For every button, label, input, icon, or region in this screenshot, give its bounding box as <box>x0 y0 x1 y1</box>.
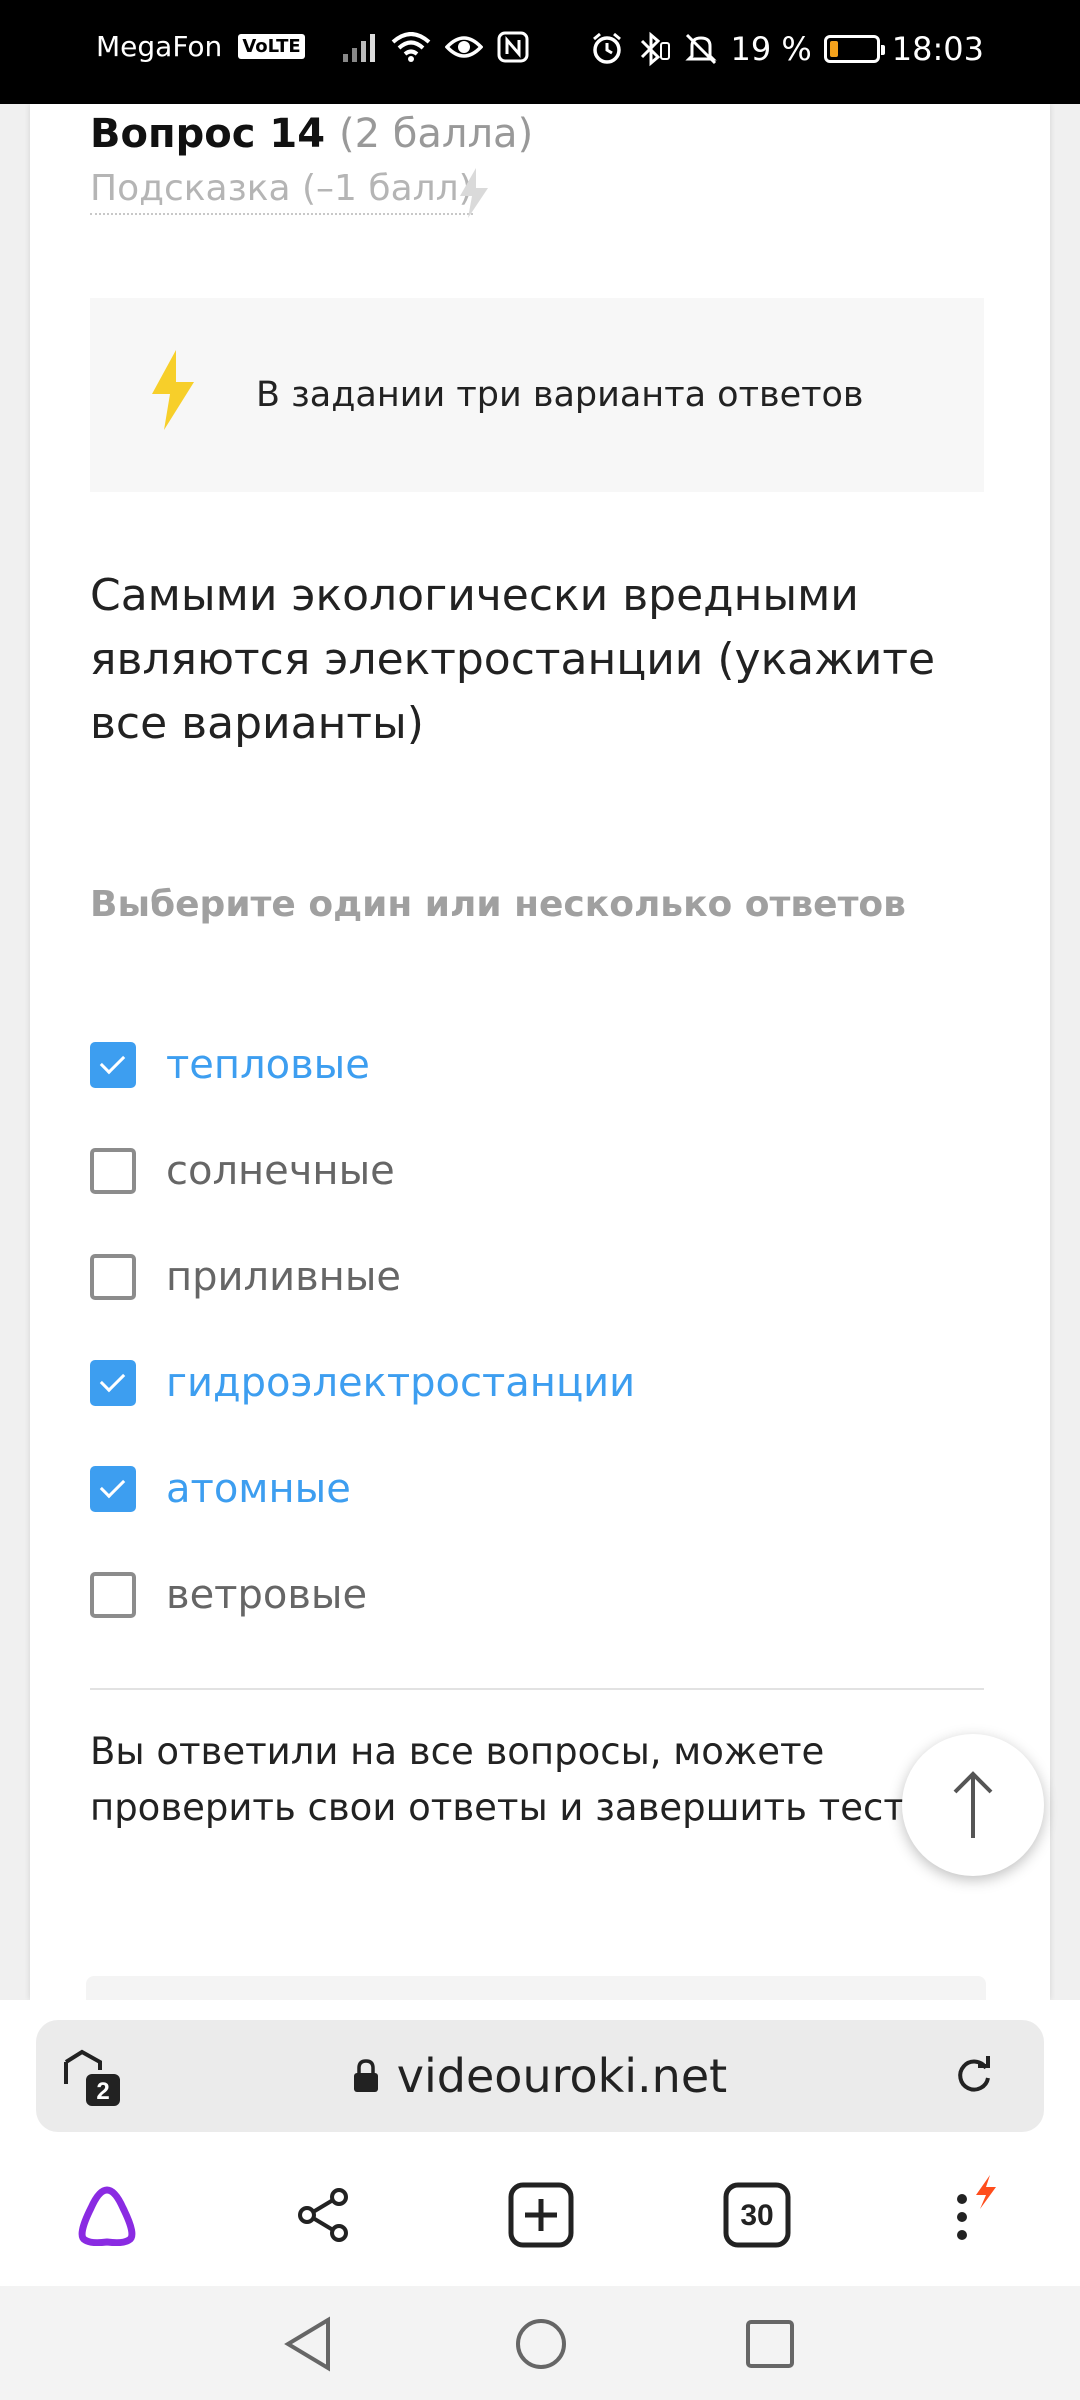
plus-square-icon <box>508 2182 574 2248</box>
quiz-page: Вопрос 14 (2 балла) Подсказка (–1 балл) … <box>30 104 1050 2000</box>
answer-option[interactable]: гидроэлектростанции <box>90 1330 990 1436</box>
battery-fill <box>829 41 838 57</box>
tab-counter-button[interactable]: 30 <box>712 2170 802 2260</box>
url-text[interactable]: videouroki.net <box>397 2049 727 2103</box>
bolt-icon <box>152 350 194 430</box>
back-icon[interactable] <box>282 2316 334 2372</box>
divider <box>90 1688 984 1690</box>
answer-option[interactable]: ветровые <box>90 1542 990 1648</box>
answer-options: тепловые солнечные приливные гидроэлектр… <box>90 1012 990 1648</box>
address-bar[interactable]: 2 videouroki.net <box>36 2020 1044 2132</box>
arrow-up-icon <box>953 1771 993 1838</box>
nfc-icon <box>497 31 529 62</box>
select-instruction: Выберите один или несколько ответов <box>90 884 906 925</box>
question-points: (2 балла) <box>338 111 534 157</box>
answer-label: ветровые <box>166 1572 368 1618</box>
question-text: Самыми экологически вредными являются эл… <box>90 570 936 749</box>
answer-label: гидроэлектростанции <box>166 1360 636 1406</box>
battery-percent: 19 % <box>730 30 812 68</box>
wifi-icon <box>391 31 431 62</box>
hint-link[interactable]: Подсказка (–1 балл) <box>90 168 473 215</box>
carrier-name: MegaFon <box>96 30 223 63</box>
checkbox[interactable] <box>90 1572 136 1618</box>
question-number: Вопрос 14 <box>90 111 326 157</box>
answer-label: атомные <box>166 1466 351 1512</box>
status-right: 19 % 18:03 <box>590 30 984 68</box>
status-bar: MegaFon VoLTE 19 % 18:03 <box>0 0 1080 104</box>
lock-icon <box>353 2059 378 2092</box>
tab-counter: 30 <box>740 2199 773 2232</box>
answer-option[interactable]: тепловые <box>90 1012 990 1118</box>
status-left: MegaFon VoLTE <box>96 30 529 63</box>
menu-button[interactable] <box>928 2170 1018 2260</box>
answer-option[interactable]: солнечные <box>90 1118 990 1224</box>
checkbox[interactable] <box>90 1360 136 1406</box>
mute-icon <box>685 33 718 65</box>
scroll-top-button[interactable] <box>902 1734 1044 1876</box>
info-note-text: В задании три варианта ответов <box>256 375 864 415</box>
answer-option[interactable]: атомные <box>90 1436 990 1542</box>
eye-icon <box>444 35 483 58</box>
checkbox[interactable] <box>90 1466 136 1512</box>
completion-message: Вы ответили на все вопросы, можете прове… <box>90 1730 905 1829</box>
reload-icon[interactable] <box>954 2056 994 2096</box>
checkbox[interactable] <box>90 1148 136 1194</box>
share-button[interactable] <box>278 2170 368 2260</box>
home-icon[interactable] <box>514 2316 568 2372</box>
alice-button[interactable] <box>62 2170 152 2260</box>
signal-icon <box>342 33 375 62</box>
checkbox[interactable] <box>90 1254 136 1300</box>
bluetooth-icon <box>641 31 671 67</box>
answer-option[interactable]: приливные <box>90 1224 990 1330</box>
new-tab-button[interactable] <box>496 2170 586 2260</box>
answer-label: приливные <box>166 1254 402 1300</box>
browser-nav: 30 <box>0 2170 1080 2260</box>
answer-label: солнечные <box>166 1148 395 1194</box>
question-header: Вопрос 14 (2 балла) <box>90 104 533 164</box>
info-note: В задании три варианта ответов <box>90 298 984 492</box>
notification-bolt-icon <box>976 2175 996 2209</box>
clock: 18:03 <box>891 30 984 68</box>
answer-label: тепловые <box>166 1042 370 1088</box>
alice-icon <box>78 2186 136 2246</box>
checkbox[interactable] <box>90 1042 136 1088</box>
volte-badge: VoLTE <box>238 34 305 59</box>
share-icon <box>298 2188 348 2242</box>
tab-counter-icon: 30 <box>723 2182 791 2248</box>
bolt-icon <box>460 168 488 218</box>
finish-panel <box>86 1976 986 2000</box>
alarm-icon <box>593 32 622 64</box>
recents-icon[interactable] <box>744 2316 796 2372</box>
battery-icon <box>823 35 885 63</box>
system-nav-bar <box>0 2286 1080 2400</box>
more-icon <box>957 2175 996 2240</box>
browser-toolbar: 2 videouroki.net 30 <box>0 2000 1080 2286</box>
